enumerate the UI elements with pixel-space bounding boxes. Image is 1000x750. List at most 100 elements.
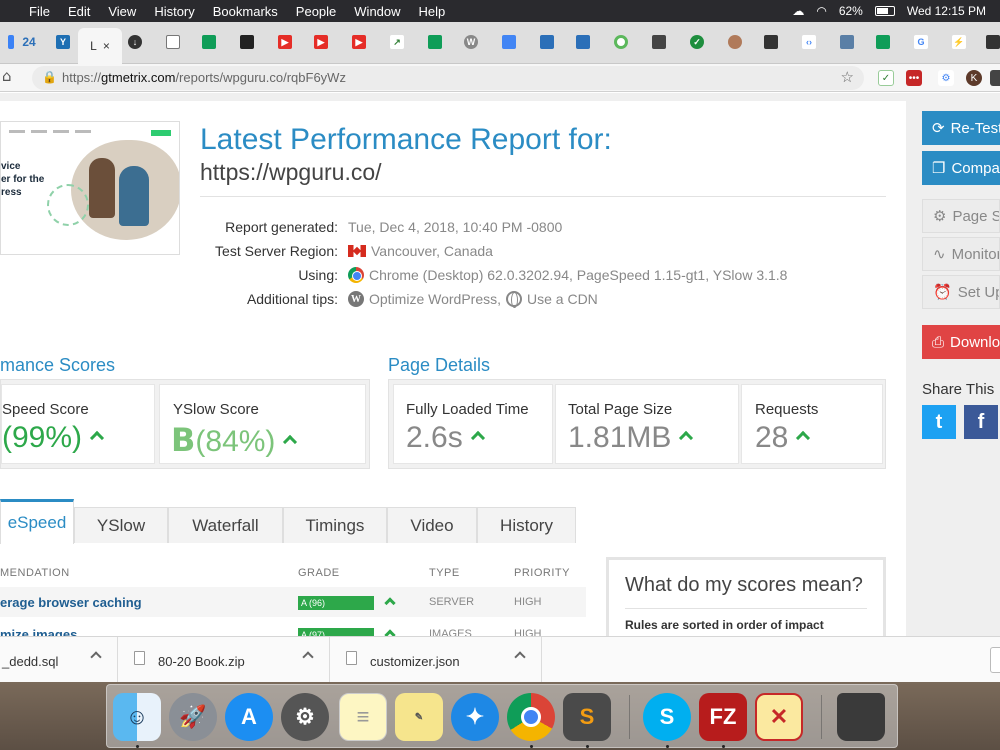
download-pdf-button[interactable]: ⎙ Download xyxy=(922,325,1000,359)
hero-line: vice xyxy=(1,161,21,172)
tab-ps-2[interactable] xyxy=(572,32,594,52)
recommendation-name[interactable]: mize images xyxy=(0,627,77,636)
tip-use-cdn[interactable]: Use a CDN xyxy=(527,291,598,307)
twitter-share-button[interactable]: t xyxy=(922,405,956,439)
launchpad-icon[interactable]: 🚀 xyxy=(169,693,217,741)
tab-analytics[interactable]: ↗ xyxy=(386,32,408,52)
menu-icon[interactable] xyxy=(990,70,1000,86)
filezilla-icon[interactable]: FZ xyxy=(699,693,747,741)
menu-people[interactable]: People xyxy=(287,4,345,19)
tab-avatar[interactable] xyxy=(724,32,746,52)
tab-code[interactable]: ‹› xyxy=(798,32,820,52)
download-item[interactable]: _dedd.sql xyxy=(0,637,118,683)
tip-optimize-wordpress[interactable]: Optimize WordPress, xyxy=(369,291,501,307)
tab-waterfall[interactable]: Waterfall xyxy=(168,507,283,543)
tab-active[interactable]: L × xyxy=(78,28,122,64)
stickies-icon[interactable]: ✎ xyxy=(395,693,443,741)
show-all-downloads-button[interactable] xyxy=(990,647,1000,673)
column-header-type[interactable]: TYPE xyxy=(429,567,460,579)
tab-bolt[interactable]: ⚡ xyxy=(948,32,970,52)
lastpass-icon[interactable]: ••• xyxy=(906,70,922,86)
tab-history[interactable]: History xyxy=(477,507,576,543)
tab-sheets[interactable] xyxy=(198,32,220,52)
tab-check[interactable]: ✓ xyxy=(686,32,708,52)
trash-icon[interactable] xyxy=(837,693,885,741)
app-store-icon[interactable]: A xyxy=(225,693,273,741)
sublime-text-icon[interactable]: S xyxy=(563,693,611,741)
tab-download[interactable]: ↓ xyxy=(124,32,146,52)
tab-count[interactable]: 24 xyxy=(18,32,40,52)
tab-youtube-3[interactable]: ▶ xyxy=(348,32,370,52)
profile-avatar[interactable]: K xyxy=(966,70,982,86)
wifi-icon[interactable]: ◠ xyxy=(816,4,826,18)
bookmark-star-icon[interactable]: ☆ xyxy=(841,68,854,86)
arrow-up-icon xyxy=(384,597,396,609)
chevron-up-icon[interactable] xyxy=(90,651,102,663)
close-icon[interactable]: × xyxy=(103,39,110,53)
download-item[interactable]: 80-20 Book.zip xyxy=(118,637,330,683)
page-settings-button[interactable]: ⚙ Page Settings xyxy=(922,199,1000,233)
menu-help[interactable]: Help xyxy=(410,4,455,19)
crossover-icon[interactable]: ✕ xyxy=(755,693,803,741)
address-bar[interactable]: 🔒 https://gtmetrix.com/reports/wpguru.co… xyxy=(32,66,864,90)
tab-misc[interactable] xyxy=(236,32,258,52)
extension-icon[interactable]: ✓ xyxy=(878,70,894,86)
column-header-recommendation[interactable]: MENDATION xyxy=(0,567,70,579)
clock[interactable]: Wed 12:15 PM xyxy=(907,4,986,18)
menu-view[interactable]: View xyxy=(99,4,145,19)
chevron-up-icon[interactable] xyxy=(514,651,526,663)
tab-youtube-1[interactable]: ▶ xyxy=(274,32,296,52)
tab-ring[interactable] xyxy=(610,32,632,52)
tab-person-2[interactable] xyxy=(982,32,1000,52)
tab-sheets-3[interactable] xyxy=(872,32,894,52)
tab-doc[interactable] xyxy=(162,32,184,52)
table-row[interactable]: erage browser caching A (96) SERVER HIGH xyxy=(0,587,586,617)
menu-edit[interactable]: Edit xyxy=(59,4,99,19)
tab-site[interactable]: Y xyxy=(52,32,74,52)
extension-icon[interactable]: ⚙ xyxy=(938,70,954,86)
skype-icon[interactable]: S xyxy=(643,693,691,741)
report-url[interactable]: https://wpguru.co/ xyxy=(200,159,382,186)
cloud-icon[interactable]: ☁ xyxy=(792,4,804,18)
tab-yslow[interactable]: YSlow xyxy=(74,507,168,543)
battery-icon[interactable] xyxy=(874,6,895,16)
tab-sheets-2[interactable] xyxy=(424,32,446,52)
tab-google[interactable]: G xyxy=(910,32,932,52)
tab-youtube-2[interactable]: ▶ xyxy=(310,32,332,52)
tab-ps-1[interactable] xyxy=(536,32,558,52)
tab-video[interactable]: Video xyxy=(387,507,477,543)
system-preferences-icon[interactable]: ⚙ xyxy=(281,693,329,741)
column-header-priority[interactable]: PRIORITY xyxy=(514,567,570,579)
url-text[interactable]: https://gtmetrix.com/reports/wpguru.co/r… xyxy=(62,70,346,85)
retest-button[interactable]: ⟳ Re-Test xyxy=(922,111,1000,145)
tab-bug[interactable] xyxy=(836,32,858,52)
finder-icon[interactable]: ☺ xyxy=(113,693,161,741)
youtube-icon: ▶ xyxy=(352,35,366,49)
tab-pagespeed[interactable]: eSpeed xyxy=(0,499,74,544)
download-item[interactable]: customizer.json xyxy=(330,637,542,683)
monitor-button[interactable]: ∿ Monitor xyxy=(922,237,1000,271)
safari-icon[interactable]: ✦ xyxy=(451,693,499,741)
table-row[interactable]: mize images A (97) IMAGES HIGH xyxy=(0,619,586,636)
tab-person[interactable] xyxy=(760,32,782,52)
lock-icon[interactable]: 🔒 xyxy=(42,70,57,84)
tab-wordpress-1[interactable]: W xyxy=(460,32,482,52)
chrome-icon[interactable] xyxy=(507,693,555,741)
notes-icon[interactable]: ≡ xyxy=(339,693,387,741)
tab-dark[interactable] xyxy=(648,32,670,52)
tab-timings[interactable]: Timings xyxy=(283,507,387,543)
info-row-additional-tips: Additional tips: W Optimize WordPress, Use… xyxy=(200,291,900,311)
home-icon[interactable]: ⌂ xyxy=(2,67,22,87)
tab-calendar[interactable] xyxy=(498,32,520,52)
retest-label: Re-Test xyxy=(950,119,1000,137)
chevron-up-icon[interactable] xyxy=(302,651,314,663)
menu-file[interactable]: File xyxy=(20,4,59,19)
menu-bookmarks[interactable]: Bookmarks xyxy=(204,4,287,19)
menu-history[interactable]: History xyxy=(145,4,203,19)
recommendation-name[interactable]: erage browser caching xyxy=(0,595,142,610)
menu-window[interactable]: Window xyxy=(345,4,409,19)
setup-alerts-button[interactable]: ⏰ Set Up xyxy=(922,275,1000,309)
column-header-grade[interactable]: GRADE xyxy=(298,567,340,579)
facebook-share-button[interactable]: f xyxy=(964,405,998,439)
compare-button[interactable]: ❐ Compare xyxy=(922,151,1000,185)
